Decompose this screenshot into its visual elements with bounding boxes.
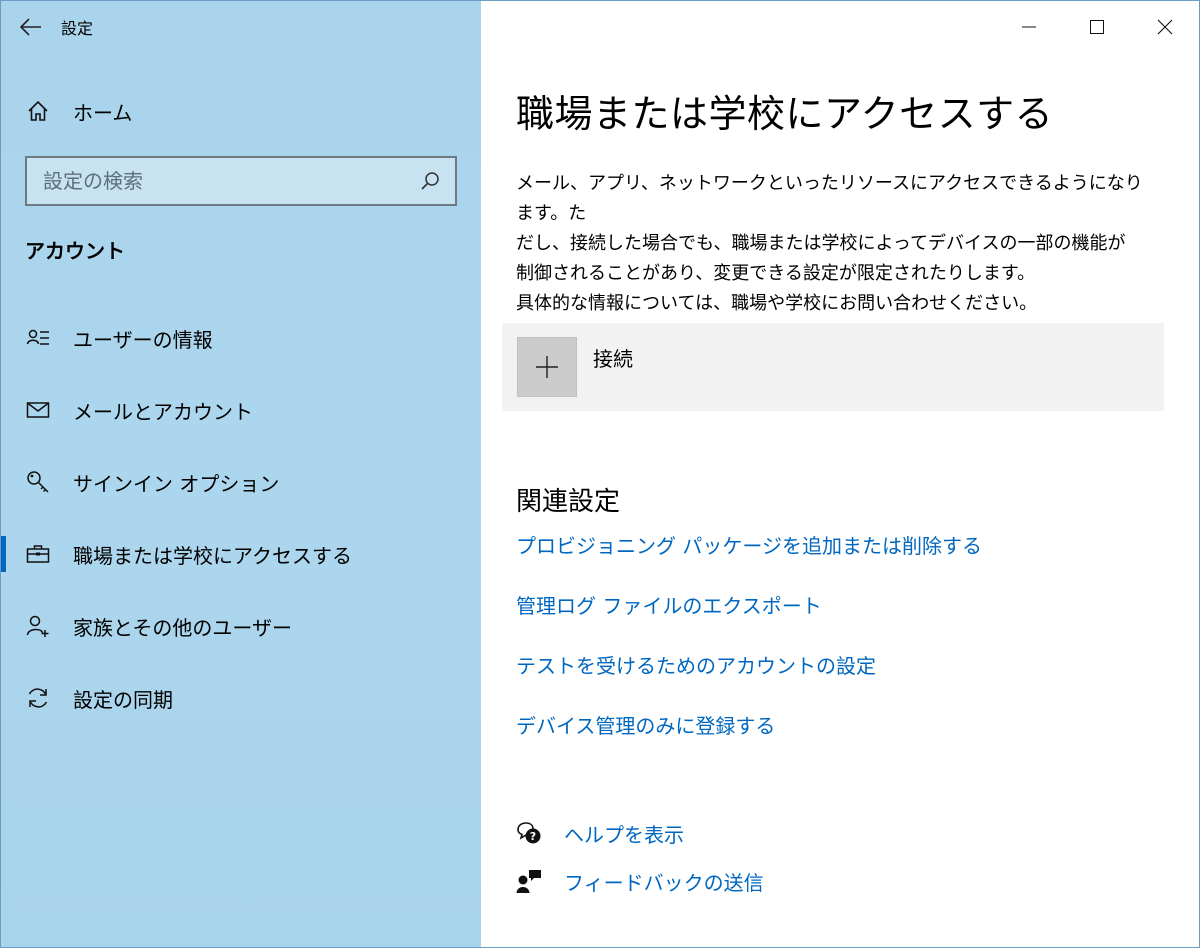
search-icon[interactable]	[417, 168, 443, 194]
sidebar-nav: ユーザーの情報 メールとアカウント サインイン オプション 職場または学校にアク…	[1, 302, 481, 734]
svg-text:?: ?	[530, 830, 536, 843]
link-test-account[interactable]: テストを受けるためのアカウントの設定	[516, 651, 982, 711]
window-title: 設定	[61, 19, 94, 38]
connect-label: 接続	[593, 347, 633, 371]
close-icon	[1157, 19, 1173, 35]
maximize-button[interactable]	[1063, 1, 1131, 53]
help-chat-icon: ?	[516, 820, 542, 846]
search-box[interactable]	[25, 156, 457, 206]
link-provisioning-package[interactable]: プロビジョニング パッケージを追加または削除する	[516, 531, 982, 591]
sidebar-item-label: メールとアカウント	[73, 399, 253, 424]
minimize-icon	[1022, 26, 1036, 28]
sidebar-item-sync[interactable]: 設定の同期	[1, 662, 481, 734]
link-device-management-enroll[interactable]: デバイス管理のみに登録する	[516, 711, 982, 771]
related-links: プロビジョニング パッケージを追加または削除する 管理ログ ファイルのエクスポー…	[516, 531, 982, 771]
page-title: 職場または学校にアクセスする	[516, 92, 1054, 136]
sidebar-item-label: ユーザーの情報	[73, 327, 213, 352]
mail-icon	[25, 397, 51, 423]
section-title: アカウント	[25, 239, 125, 263]
sidebar-item-family[interactable]: 家族とその他のユーザー	[1, 590, 481, 662]
link-export-logs[interactable]: 管理ログ ファイルのエクスポート	[516, 591, 982, 651]
key-icon	[25, 469, 51, 495]
description-line: 具体的な情報については、職場や学校にお問い合わせください。	[516, 293, 1038, 314]
caption-buttons	[995, 1, 1199, 53]
maximize-icon	[1090, 20, 1104, 34]
home-icon	[25, 98, 51, 124]
back-arrow-icon	[20, 18, 41, 36]
send-feedback-link[interactable]: フィードバックの送信	[516, 857, 764, 905]
sidebar-item-home[interactable]: ホーム	[1, 85, 481, 137]
minimize-button[interactable]	[995, 1, 1063, 53]
description-line: だし、接続した場合でも、職場または学校によってデバイスの一部の機能が	[516, 233, 1126, 254]
sync-icon	[25, 685, 51, 711]
sidebar-item-sign-in[interactable]: サインイン オプション	[1, 446, 481, 518]
sidebar: 設定 ホーム アカウント	[1, 1, 481, 947]
sidebar-item-label: 設定の同期	[73, 687, 173, 712]
get-help-link[interactable]: ? ヘルプを表示	[516, 809, 764, 857]
sidebar-item-label: 職場または学校にアクセスする	[73, 543, 352, 568]
sidebar-item-mail[interactable]: メールとアカウント	[1, 374, 481, 446]
get-help-label: ヘルプを表示	[564, 822, 684, 847]
back-button[interactable]	[1, 1, 61, 53]
related-settings-title: 関連設定	[516, 487, 621, 517]
send-feedback-label: フィードバックの送信	[564, 870, 764, 895]
main-content: 職場または学校にアクセスする メール、アプリ、ネットワークといったリソースにアク…	[481, 1, 1199, 947]
feedback-icon	[516, 868, 542, 894]
sidebar-item-user-info[interactable]: ユーザーの情報	[1, 302, 481, 374]
add-user-icon	[25, 613, 51, 639]
description: メール、アプリ、ネットワークといったリソースにアクセスできるようになります。た …	[516, 169, 1156, 319]
description-line: 制御されることがあり、変更できる設定が限定されたりします。	[516, 263, 1036, 284]
user-info-icon	[25, 325, 51, 351]
help-area: ? ヘルプを表示 フィードバックの送信	[516, 809, 764, 905]
briefcase-icon	[25, 541, 51, 567]
titlebar-left: 設定	[1, 1, 481, 53]
search-input[interactable]	[43, 169, 417, 193]
settings-window: 設定 ホーム アカウント	[0, 0, 1200, 948]
plus-icon	[536, 356, 558, 378]
sidebar-item-work-school[interactable]: 職場または学校にアクセスする	[1, 518, 481, 590]
sidebar-item-label: サインイン オプション	[73, 471, 280, 496]
connect-button[interactable]: 接続	[502, 323, 1164, 411]
close-button[interactable]	[1131, 1, 1199, 53]
sidebar-item-home-label: ホーム	[73, 100, 133, 125]
description-line: メール、アプリ、ネットワークといったリソースにアクセスできるようになります。た	[516, 173, 1143, 224]
sidebar-item-label: 家族とその他のユーザー	[73, 615, 292, 640]
connect-plus-tile[interactable]	[517, 337, 577, 397]
